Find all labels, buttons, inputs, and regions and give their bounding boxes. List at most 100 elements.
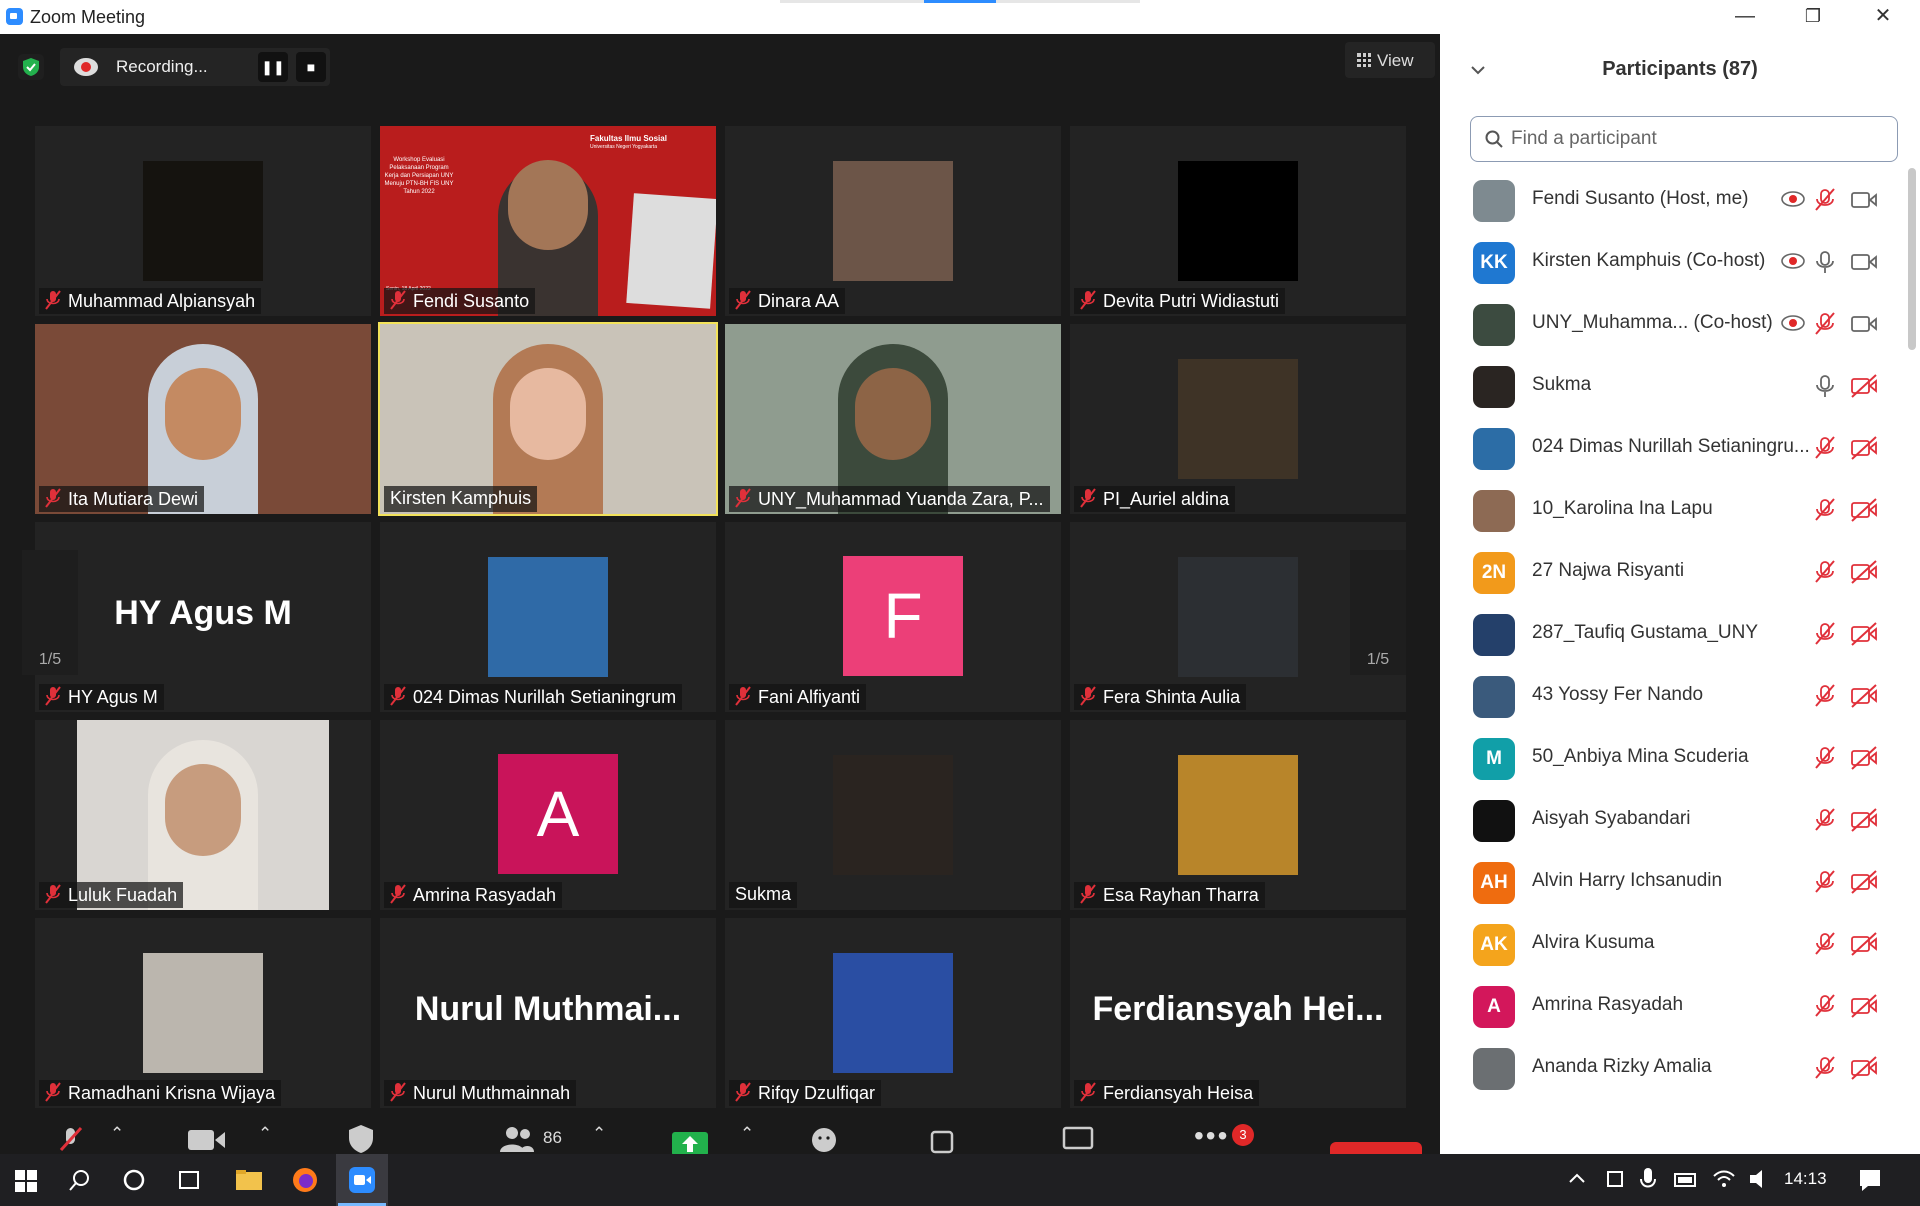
camera-off-icon[interactable]	[1850, 808, 1878, 837]
video-tile[interactable]: Ramadhani Krisna Wijaya	[35, 918, 371, 1108]
zoom-taskbar-icon[interactable]	[349, 1167, 375, 1193]
video-tile[interactable]: Workshop Evaluasi Pelaksanaan Program Ke…	[380, 126, 716, 316]
recording-status-icon[interactable]	[1780, 250, 1806, 275]
volume-icon[interactable]	[1748, 1168, 1772, 1190]
video-tile[interactable]: Nurul Muthmai... Nurul Muthmainnah	[380, 918, 716, 1108]
unmute-mic-icon[interactable]	[58, 1126, 84, 1154]
participant-row[interactable]: 287_Taufiq Gustama_UNY	[1440, 602, 1910, 664]
camera-off-icon[interactable]	[1850, 560, 1878, 589]
muted-mic-icon[interactable]	[1814, 1056, 1836, 1085]
camera-off-icon[interactable]	[1850, 436, 1878, 465]
stop-recording-button[interactable]: ■	[296, 52, 326, 82]
participant-row[interactable]: KK Kirsten Kamphuis (Co-host)	[1440, 230, 1910, 292]
participant-search-input[interactable]	[1511, 126, 1881, 152]
meet-now-icon[interactable]	[1606, 1168, 1626, 1192]
participant-row[interactable]: Fendi Susanto (Host, me)	[1440, 168, 1910, 230]
participant-row[interactable]: A Amrina Rasyadah	[1440, 974, 1910, 1036]
reactions-icon[interactable]	[810, 1124, 840, 1154]
video-tile[interactable]: Dinara AA	[725, 126, 1061, 316]
notifications-icon[interactable]	[1858, 1168, 1882, 1192]
clock[interactable]: 14:13	[1784, 1169, 1827, 1189]
system-tray-caret-icon[interactable]	[1568, 1172, 1586, 1184]
participant-row[interactable]: AH Alvin Harry Ichsanudin	[1440, 850, 1910, 912]
participants-icon[interactable]	[500, 1126, 534, 1152]
muted-mic-icon[interactable]	[1814, 312, 1836, 341]
participant-row[interactable]: Ananda Rizky Amalia	[1440, 1036, 1910, 1098]
windows-start-icon[interactable]	[15, 1170, 37, 1192]
video-tile[interactable]: Devita Putri Widiastuti	[1070, 126, 1406, 316]
next-page-button[interactable]: 1/5	[1350, 550, 1406, 675]
participant-row[interactable]: 024 Dimas Nurillah Setianingru...	[1440, 416, 1910, 478]
taskbar-search-icon[interactable]	[68, 1168, 92, 1192]
camera-off-icon[interactable]	[1850, 932, 1878, 961]
camera-off-icon[interactable]	[1850, 684, 1878, 713]
muted-mic-icon[interactable]	[1814, 436, 1836, 465]
video-tile[interactable]: 024 Dimas Nurillah Setianingrum	[380, 522, 716, 712]
camera-off-icon[interactable]	[1850, 622, 1878, 651]
muted-mic-icon[interactable]	[1814, 560, 1836, 589]
participant-row[interactable]: 2N 27 Najwa Risyanti	[1440, 540, 1910, 602]
participant-row[interactable]: Aisyah Syabandari	[1440, 788, 1910, 850]
video-tile[interactable]: Rifqy Dzulfiqar	[725, 918, 1061, 1108]
video-tile[interactable]: Luluk Fuadah	[35, 720, 371, 910]
video-tile[interactable]: Sukma	[725, 720, 1061, 910]
muted-mic-icon[interactable]	[1814, 622, 1836, 651]
video-options-caret-icon[interactable]: ⌃	[258, 1124, 272, 1144]
camera-off-icon[interactable]	[1850, 746, 1878, 775]
muted-mic-icon[interactable]	[1814, 188, 1836, 217]
camera-off-icon[interactable]	[1850, 994, 1878, 1023]
video-tile[interactable]: HY Agus M HY Agus M	[35, 522, 371, 712]
restore-button[interactable]: ❐	[1778, 0, 1848, 34]
wifi-icon[interactable]	[1712, 1168, 1736, 1190]
video-tile[interactable]: A Amrina Rasyadah	[380, 720, 716, 910]
view-button[interactable]: View	[1345, 42, 1435, 78]
video-tile[interactable]: Esa Rayhan Tharra	[1070, 720, 1406, 910]
audio-options-caret-icon[interactable]: ⌃	[110, 1124, 124, 1144]
apps-icon[interactable]	[930, 1126, 958, 1154]
camera-off-icon[interactable]	[1850, 870, 1878, 899]
camera-off-icon[interactable]	[1850, 1056, 1878, 1085]
participant-row[interactable]: AK Alvira Kusuma	[1440, 912, 1910, 974]
video-tile[interactable]: Kirsten Kamphuis	[378, 322, 718, 516]
participant-row[interactable]: 10_Karolina Ina Lapu	[1440, 478, 1910, 540]
participant-row[interactable]: M 50_Anbiya Mina Scuderia	[1440, 726, 1910, 788]
file-explorer-icon[interactable]	[236, 1170, 262, 1190]
video-tile[interactable]: Ferdiansyah Hei... Ferdiansyah Heisa	[1070, 918, 1406, 1108]
video-tile[interactable]: Ita Mutiara Dewi	[35, 324, 371, 514]
cortana-icon[interactable]	[122, 1168, 146, 1192]
battery-icon[interactable]	[1674, 1170, 1698, 1190]
firefox-icon[interactable]	[292, 1167, 318, 1193]
minimize-button[interactable]: —	[1710, 0, 1780, 34]
recording-status-icon[interactable]	[1780, 188, 1806, 213]
camera-on-icon[interactable]	[1850, 312, 1878, 341]
muted-mic-icon[interactable]	[1814, 498, 1836, 527]
muted-mic-icon[interactable]	[1814, 808, 1836, 837]
share-screen-icon[interactable]	[672, 1132, 708, 1156]
more-options-icon[interactable]: •••	[1194, 1120, 1229, 1152]
participant-row[interactable]: 43 Yossy Fer Nando	[1440, 664, 1910, 726]
recording-status-icon[interactable]	[1780, 312, 1806, 337]
mic-on-icon[interactable]	[1814, 374, 1836, 403]
video-tile[interactable]: UNY_Muhammad Yuanda Zara, P...	[725, 324, 1061, 514]
participant-row[interactable]: UNY_Muhamma... (Co-host)	[1440, 292, 1910, 354]
participants-caret-icon[interactable]: ⌃	[592, 1124, 606, 1144]
chat-icon[interactable]	[1062, 1126, 1094, 1152]
video-tile[interactable]: Muhammad Alpiansyah	[35, 126, 371, 316]
camera-off-icon[interactable]	[1850, 498, 1878, 527]
video-camera-icon[interactable]	[188, 1128, 226, 1152]
camera-off-icon[interactable]	[1850, 374, 1878, 403]
encryption-shield-icon[interactable]	[18, 54, 44, 80]
close-button[interactable]: ✕	[1848, 0, 1918, 34]
mic-on-icon[interactable]	[1814, 250, 1836, 279]
camera-on-icon[interactable]	[1850, 250, 1878, 279]
previous-page-button[interactable]: 1/5	[22, 550, 78, 675]
video-tile[interactable]: F Fani Alfiyanti	[725, 522, 1061, 712]
participant-search[interactable]	[1470, 116, 1898, 162]
pause-recording-button[interactable]: ❚❚	[258, 52, 288, 82]
muted-mic-icon[interactable]	[1814, 684, 1836, 713]
camera-on-icon[interactable]	[1850, 188, 1878, 217]
muted-mic-icon[interactable]	[1814, 994, 1836, 1023]
microphone-tray-icon[interactable]	[1640, 1167, 1656, 1193]
muted-mic-icon[interactable]	[1814, 932, 1836, 961]
muted-mic-icon[interactable]	[1814, 746, 1836, 775]
